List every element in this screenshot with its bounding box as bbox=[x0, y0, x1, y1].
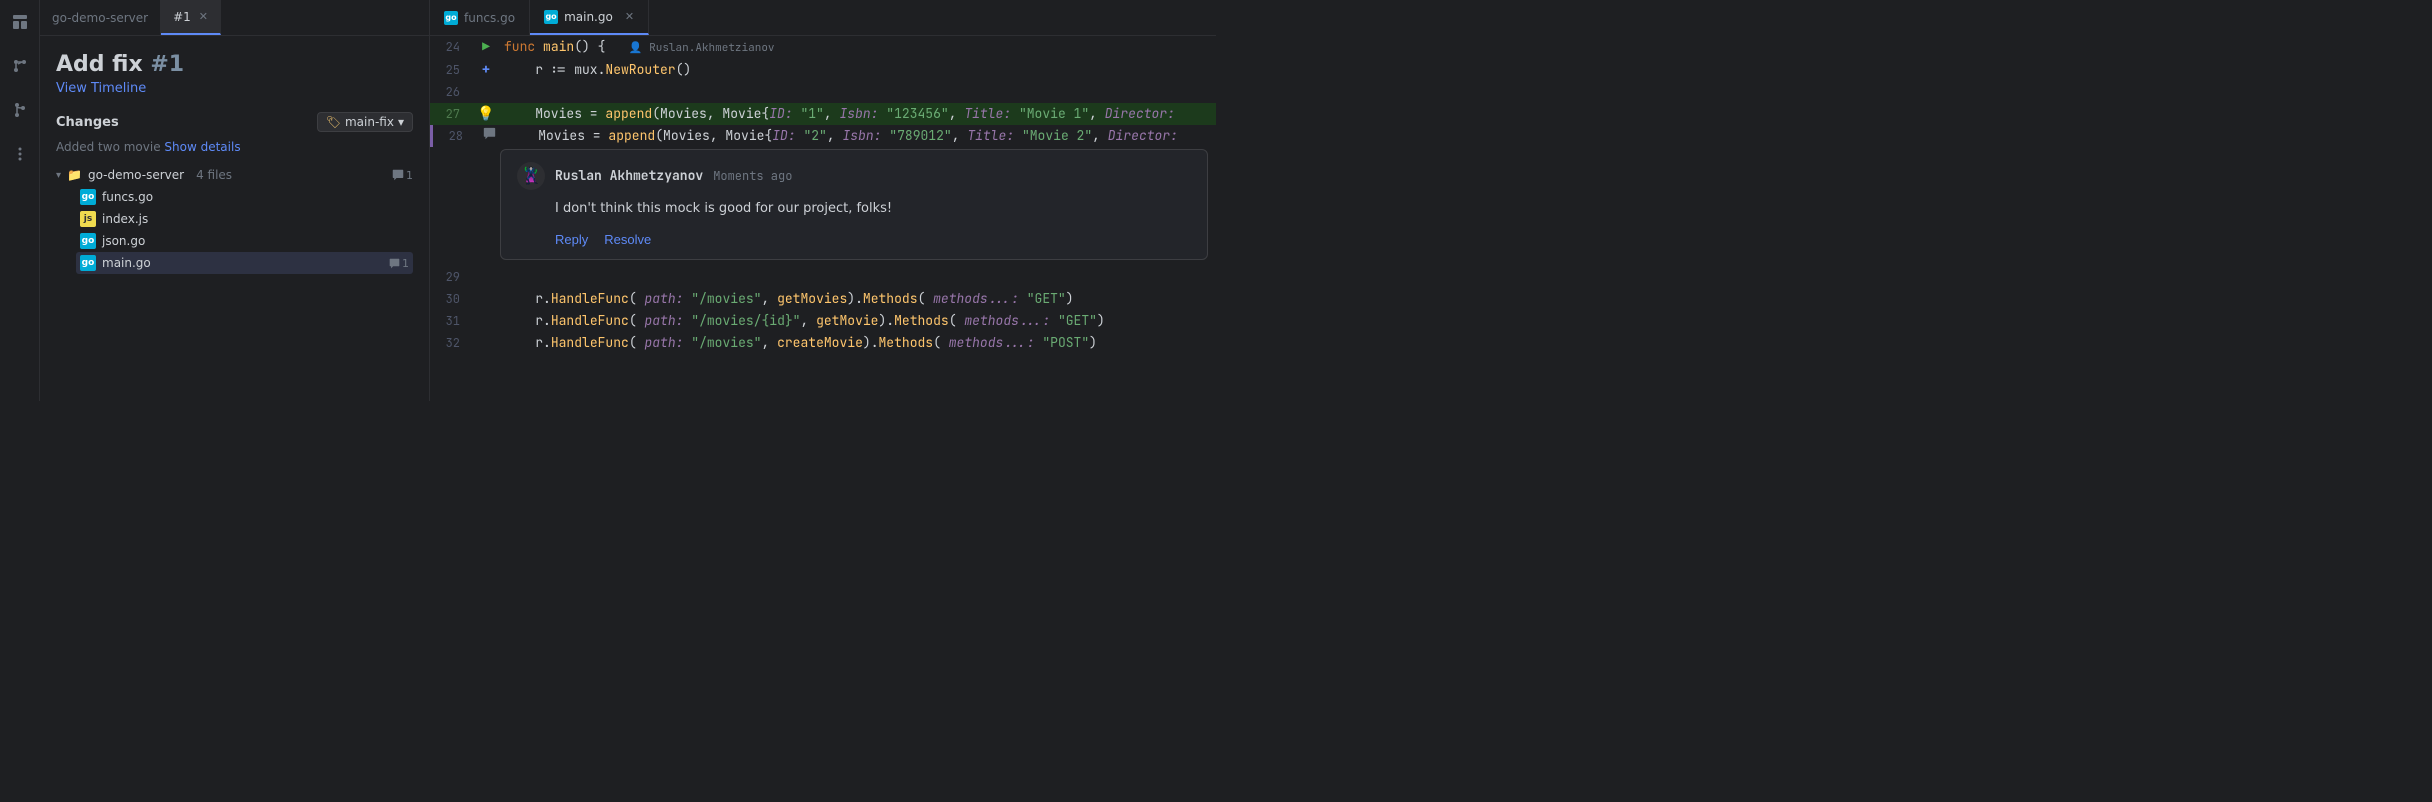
line-number: 29 bbox=[430, 266, 472, 288]
changes-label: Changes bbox=[56, 115, 119, 130]
close-tab-icon[interactable]: ✕ bbox=[625, 10, 634, 23]
branch-badge[interactable]: 🏷 main-fix ▾ bbox=[317, 112, 413, 132]
file-name: main.go bbox=[102, 256, 151, 270]
file-item-json[interactable]: go json.go bbox=[76, 230, 413, 252]
tab-label: go-demo-server bbox=[52, 11, 148, 25]
code-area: 24 ▶ func main() { 👤 Ruslan.Akhmetzianov… bbox=[430, 36, 1216, 354]
go-icon: go bbox=[544, 10, 558, 24]
close-tab-icon[interactable]: ✕ bbox=[199, 10, 208, 23]
avatar-emoji: 🦹 bbox=[521, 165, 541, 187]
line-actions: 💡 bbox=[472, 103, 500, 125]
line-number: 31 bbox=[430, 310, 472, 332]
line-number: 25 bbox=[430, 59, 472, 81]
icon-rail bbox=[0, 0, 40, 401]
editor-tab-main[interactable]: go main.go ✕ bbox=[530, 0, 649, 35]
line-content: r.HandleFunc( path: "/movies", createMov… bbox=[500, 332, 1216, 354]
editor-tab-funcs[interactable]: go funcs.go bbox=[430, 0, 530, 35]
go-icon: go bbox=[444, 11, 458, 25]
tab-filename: funcs.go bbox=[464, 11, 515, 25]
line-actions: + bbox=[472, 59, 500, 81]
line-actions bbox=[475, 125, 503, 147]
code-line-32: 32 r.HandleFunc( path: "/movies", create… bbox=[430, 332, 1216, 354]
tab-pr-1[interactable]: #1 ✕ bbox=[161, 0, 221, 35]
left-tab-bar: go-demo-server #1 ✕ bbox=[40, 0, 429, 36]
line-content: Movies = append(Movies, Movie{ID: "1", I… bbox=[500, 103, 1216, 125]
branch-name: main-fix bbox=[345, 115, 394, 129]
run-icon[interactable]: ▶ bbox=[482, 36, 490, 58]
pr-content: Add fix #1 View Timeline Changes 🏷 main-… bbox=[40, 36, 429, 401]
line-content: r := mux.NewRouter() bbox=[500, 59, 1216, 81]
comment-line-icon[interactable] bbox=[483, 125, 496, 147]
show-details-link[interactable]: Show details bbox=[164, 140, 240, 154]
file-name: json.go bbox=[102, 234, 145, 248]
go-file-icon: go bbox=[80, 255, 96, 271]
comment-thread: 🦹 Ruslan Akhmetzyanov Moments ago I don'… bbox=[500, 149, 1208, 260]
line-content: r.HandleFunc( path: "/movies", getMovies… bbox=[500, 288, 1216, 310]
pr-title: Add fix #1 bbox=[56, 52, 413, 77]
chevron-down-icon: ▾ bbox=[398, 115, 404, 129]
git-icon[interactable] bbox=[6, 52, 34, 80]
add-line-icon[interactable]: + bbox=[482, 59, 490, 81]
file-item-main[interactable]: go main.go 1 bbox=[76, 252, 413, 274]
go-file-icon: go bbox=[80, 233, 96, 249]
line-content: Movies = append(Movies, Movie{ID: "2", I… bbox=[503, 125, 1216, 147]
layout-icon[interactable] bbox=[6, 8, 34, 36]
line-content: func main() { 👤 Ruslan.Akhmetzianov bbox=[500, 36, 1216, 59]
repo-name: go-demo-server bbox=[88, 168, 184, 182]
tab-go-demo-server[interactable]: go-demo-server bbox=[40, 0, 161, 35]
comment-body: I don't think this mock is good for our … bbox=[517, 198, 1191, 220]
line-number: 28 bbox=[433, 125, 475, 147]
more-icon[interactable] bbox=[6, 140, 34, 168]
line-number: 24 bbox=[430, 36, 472, 58]
tip-icon: 💡 bbox=[477, 103, 494, 125]
chevron-icon: ▾ bbox=[56, 170, 61, 181]
repo-row[interactable]: ▾ 📁 go-demo-server 4 files 1 bbox=[56, 166, 413, 184]
line-number: 32 bbox=[430, 332, 472, 354]
code-line-24: 24 ▶ func main() { 👤 Ruslan.Akhmetzianov bbox=[430, 36, 1216, 59]
view-timeline-link[interactable]: View Timeline bbox=[56, 81, 146, 96]
code-line-30: 30 r.HandleFunc( path: "/movies", getMov… bbox=[430, 288, 1216, 310]
left-panel: go-demo-server #1 ✕ Add fix #1 View Time… bbox=[40, 0, 430, 401]
comment-header: 🦹 Ruslan Akhmetzyanov Moments ago bbox=[517, 162, 1191, 190]
repo-files-count: 4 files bbox=[196, 168, 232, 182]
tab-label: #1 bbox=[173, 10, 191, 24]
line-actions: ▶ bbox=[472, 36, 500, 58]
file-name: funcs.go bbox=[102, 190, 153, 204]
changes-header: Changes 🏷 main-fix ▾ bbox=[56, 112, 413, 132]
code-line-29: 29 bbox=[430, 266, 1216, 288]
tag-icon: 🏷 bbox=[326, 115, 341, 129]
repo-comment-badge: 1 bbox=[392, 169, 413, 182]
file-tree: ▾ 📁 go-demo-server 4 files 1 go funcs.go bbox=[56, 166, 413, 274]
code-line-27: 27 💡 Movies = append(Movies, Movie{ID: "… bbox=[430, 103, 1216, 125]
tab-filename: main.go bbox=[564, 10, 613, 24]
file-item-funcs[interactable]: go funcs.go bbox=[76, 186, 413, 208]
comment-actions: Reply Resolve bbox=[517, 232, 1191, 247]
code-line-28: 28 Movies = append(Movies, Movie{ID: "2"… bbox=[430, 125, 1216, 147]
line-number: 26 bbox=[430, 81, 472, 103]
go-file-icon: go bbox=[80, 189, 96, 205]
line-number: 30 bbox=[430, 288, 472, 310]
branch-icon[interactable] bbox=[6, 96, 34, 124]
editor-content: 24 ▶ func main() { 👤 Ruslan.Akhmetzianov… bbox=[430, 36, 1216, 401]
file-name: index.js bbox=[102, 212, 148, 226]
code-line-26: 26 bbox=[430, 81, 1216, 103]
js-file-icon: js bbox=[80, 211, 96, 227]
file-list: go funcs.go js index.js go json.go go ma… bbox=[76, 186, 413, 274]
resolve-button[interactable]: Resolve bbox=[604, 232, 651, 247]
editor-tab-bar: go funcs.go go main.go ✕ bbox=[430, 0, 1216, 36]
line-content: r.HandleFunc( path: "/movies/{id}", getM… bbox=[500, 310, 1216, 332]
code-line-25: 25 + r := mux.NewRouter() bbox=[430, 59, 1216, 81]
comment-author: Ruslan Akhmetzyanov bbox=[555, 165, 703, 187]
added-info: Added two movie Show details bbox=[56, 140, 413, 154]
file-item-index[interactable]: js index.js bbox=[76, 208, 413, 230]
avatar: 🦹 bbox=[517, 162, 545, 190]
reply-button[interactable]: Reply bbox=[555, 232, 588, 247]
folder-icon: 📁 bbox=[67, 168, 82, 182]
file-comment-count: 1 bbox=[389, 257, 409, 270]
editor-panel: go funcs.go go main.go ✕ 24 ▶ func main(… bbox=[430, 0, 1216, 401]
comment-time: Moments ago bbox=[713, 165, 792, 187]
line-number: 27 bbox=[430, 103, 472, 125]
code-line-31: 31 r.HandleFunc( path: "/movies/{id}", g… bbox=[430, 310, 1216, 332]
